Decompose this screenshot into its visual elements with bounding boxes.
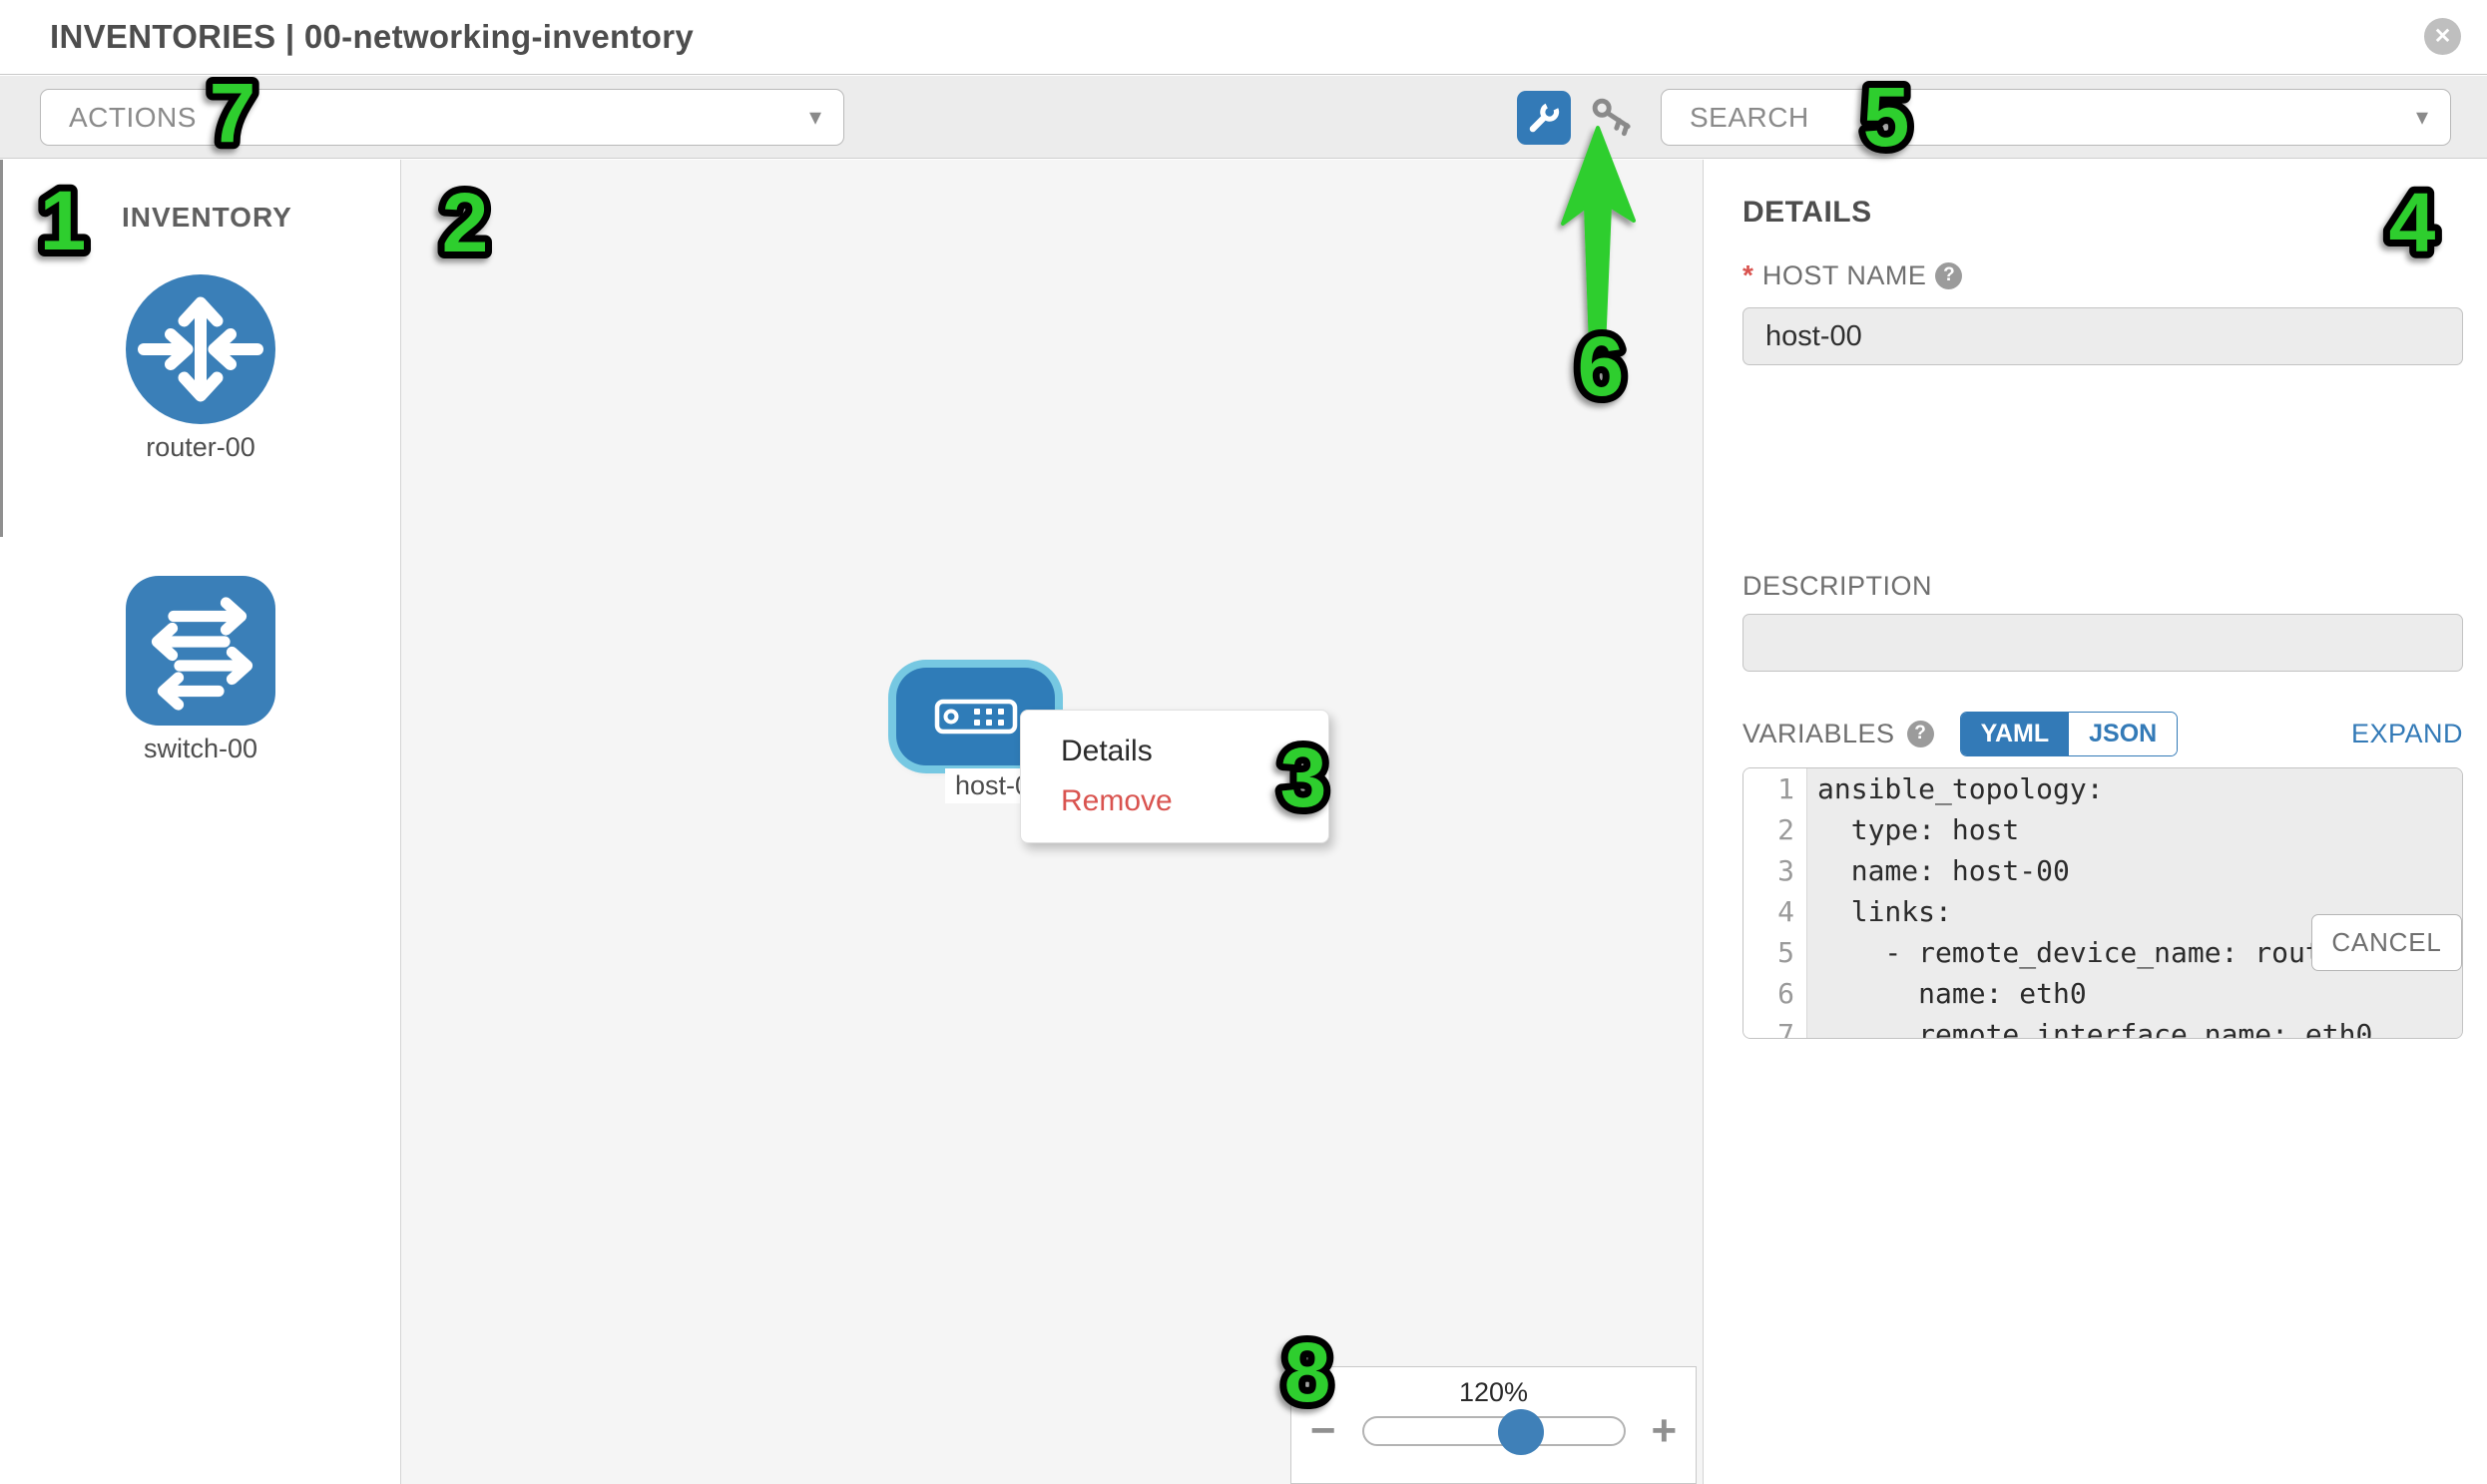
zoom-slider[interactable] (1362, 1416, 1626, 1446)
code-row: 6 name: eth0 (1743, 973, 2462, 1014)
line-number: 5 (1743, 932, 1807, 973)
actions-dropdown[interactable]: ACTIONS ▾ (40, 89, 844, 146)
content-area: INVENTORY router-00 (0, 160, 2487, 1484)
code-line[interactable]: type: host (1807, 809, 2462, 850)
wrench-icon (1526, 100, 1562, 136)
close-icon[interactable]: ✕ (2424, 18, 2461, 55)
description-input[interactable] (1742, 614, 2463, 672)
chevron-down-icon: ▾ (2416, 103, 2428, 132)
topology-canvas[interactable]: host-00 Details Remove 120% − + (401, 160, 1704, 1484)
line-number: 3 (1743, 850, 1807, 891)
help-icon[interactable]: ? (1907, 721, 1934, 747)
toolbar: ACTIONS ▾ SEARCH ▾ (0, 76, 2487, 159)
yaml-toggle-button[interactable]: YAML (1961, 713, 2070, 755)
line-number: 7 (1743, 1014, 1807, 1039)
code-line[interactable]: remote_interface_name: eth0 (1807, 1014, 2462, 1039)
menu-item-remove[interactable]: Remove (1061, 776, 1328, 826)
search-dropdown-label: SEARCH (1690, 102, 1809, 134)
code-row: 2 type: host (1743, 809, 2462, 850)
expand-link[interactable]: EXPAND (2351, 719, 2463, 749)
code-row: 1ansible_topology: (1743, 768, 2462, 809)
tools-button[interactable] (1517, 91, 1571, 145)
code-row: 3 name: host-00 (1743, 850, 2462, 891)
zoom-control: 120% − + (1290, 1366, 1697, 1484)
page-title: INVENTORIES | 00-networking-inventory (50, 18, 694, 56)
line-number: 2 (1743, 809, 1807, 850)
zoom-slider-handle[interactable] (1498, 1409, 1544, 1455)
json-toggle-button[interactable]: JSON (2069, 713, 2177, 755)
device-label: switch-00 (0, 734, 401, 764)
code-line[interactable]: ansible_topology: (1807, 768, 2462, 809)
line-number: 4 (1743, 891, 1807, 932)
variables-label: VARIABLES (1742, 719, 1895, 749)
switch-icon (126, 576, 275, 726)
palette-item-switch[interactable]: switch-00 (0, 576, 401, 764)
inventory-panel-title: INVENTORY (122, 202, 292, 234)
node-context-menu: Details Remove (1020, 710, 1329, 843)
host-name-label-row: * HOST NAME ? (1742, 259, 1962, 291)
zoom-level-value: 120% (1459, 1377, 1528, 1408)
search-dropdown[interactable]: SEARCH ▾ (1661, 89, 2451, 146)
palette-item-router[interactable]: router-00 (0, 274, 401, 463)
description-label-row: DESCRIPTION (1742, 571, 1932, 602)
code-line[interactable]: name: host-00 (1807, 850, 2462, 891)
zoom-in-button[interactable]: + (1652, 1416, 1678, 1446)
zoom-out-button[interactable]: − (1310, 1416, 1336, 1446)
menu-item-details[interactable]: Details (1061, 727, 1328, 776)
host-name-input[interactable]: host-00 (1742, 307, 2463, 365)
inventory-panel: INVENTORY router-00 (0, 160, 401, 1484)
cancel-button[interactable]: CANCEL (2311, 914, 2462, 971)
help-icon[interactable]: ? (1935, 262, 1962, 289)
line-number: 1 (1743, 768, 1807, 809)
line-number: 6 (1743, 973, 1807, 1014)
chevron-down-icon: ▾ (809, 103, 821, 132)
credentials-key-button[interactable] (1587, 92, 1639, 144)
actions-dropdown-label: ACTIONS (69, 102, 197, 134)
key-icon (1587, 92, 1639, 144)
details-panel: DETAILS * HOST NAME ? host-00 DESCRIPTIO… (1704, 160, 2487, 1484)
details-title: DETAILS (1742, 196, 1872, 230)
required-asterisk: * (1742, 259, 1753, 291)
inventory-topology-app: INVENTORIES | 00-networking-inventory ✕ … (0, 0, 2487, 1484)
code-line[interactable]: name: eth0 (1807, 973, 2462, 1014)
variables-editor[interactable]: 1ansible_topology:2 type: host3 name: ho… (1742, 767, 2463, 1039)
description-label: DESCRIPTION (1742, 571, 1932, 602)
host-server-icon (934, 699, 1018, 735)
format-toggle: YAML JSON (1960, 712, 2179, 756)
router-icon (126, 274, 275, 424)
host-name-label: HOST NAME (1762, 260, 1927, 291)
variables-row: VARIABLES ? YAML JSON EXPAND (1742, 711, 2463, 756)
code-row: 7 remote_interface_name: eth0 (1743, 1014, 2462, 1039)
title-bar: INVENTORIES | 00-networking-inventory ✕ (0, 0, 2487, 75)
device-label: router-00 (0, 432, 401, 463)
